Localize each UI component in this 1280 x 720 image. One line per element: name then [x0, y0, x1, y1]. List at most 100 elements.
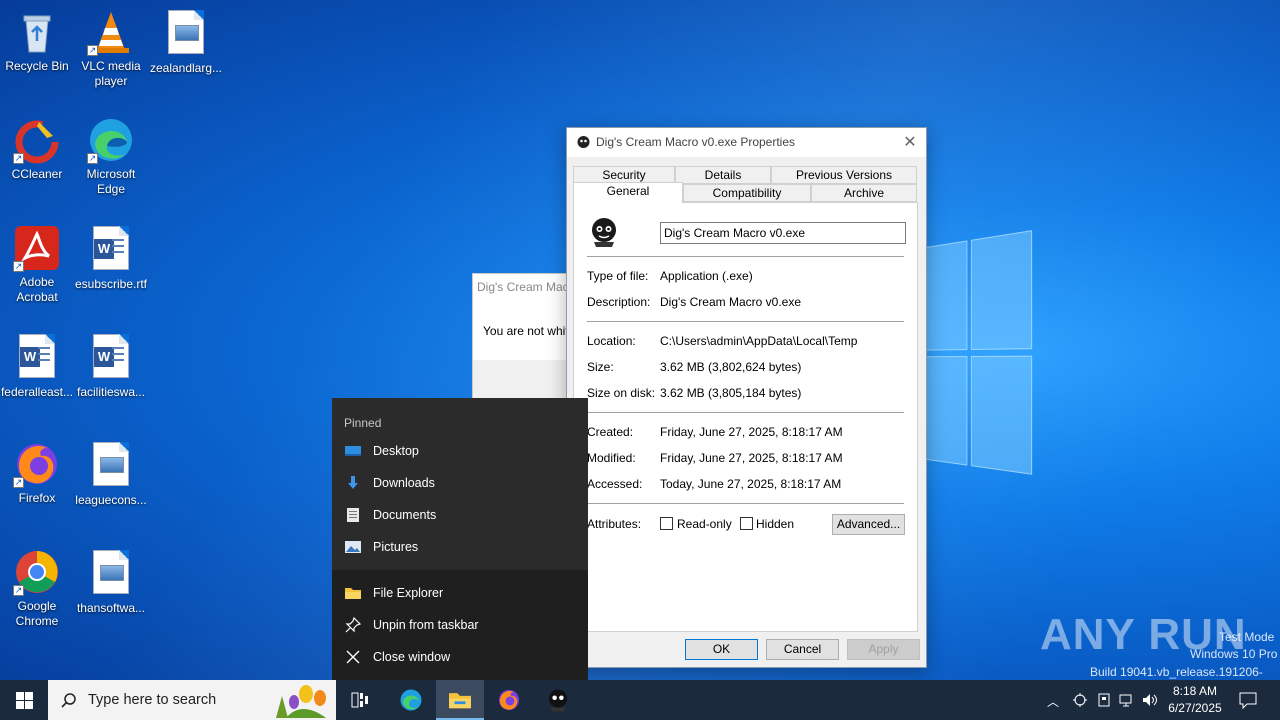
document-icon: [345, 507, 361, 523]
modified-label: Modified:: [587, 451, 636, 465]
file-name-field[interactable]: Dig's Cream Macro v0.exe: [660, 222, 906, 244]
created-value: Friday, June 27, 2025, 8:18:17 AM: [660, 425, 843, 439]
advanced-button[interactable]: Advanced...: [832, 514, 905, 535]
folder-icon: [448, 689, 472, 714]
task-view-icon: [351, 692, 369, 711]
taskbar-firefox[interactable]: [485, 680, 533, 720]
tab-compatibility[interactable]: Compatibility: [683, 184, 811, 202]
separator: [587, 256, 904, 257]
jumplist-item-documents[interactable]: Documents: [332, 499, 588, 531]
edge-icon: ↗: [87, 116, 135, 164]
location-value: C:\Users\admin\AppData\Local\Temp: [660, 334, 858, 348]
network-icon[interactable]: [1119, 692, 1135, 711]
windows-edition-text: Windows 10 Pro: [1190, 647, 1278, 661]
app-icon: [546, 688, 570, 715]
start-button[interactable]: [0, 680, 48, 720]
cancel-button[interactable]: Cancel: [766, 639, 839, 660]
desktop-icon-firefox[interactable]: ↗ Firefox: [0, 440, 74, 506]
network-settings-icon[interactable]: [1072, 692, 1088, 711]
properties-titlebar[interactable]: Dig's Cream Macro v0.exe Properties ✕: [567, 128, 926, 157]
pinned-header: Pinned: [344, 416, 382, 430]
ok-button[interactable]: OK: [685, 639, 758, 660]
type-label: Type of file:: [587, 269, 649, 283]
notifications-icon[interactable]: [1239, 691, 1257, 712]
jumplist-item-file-explorer[interactable]: File Explorer: [332, 577, 588, 609]
edge-icon: [399, 688, 423, 715]
taskbar-jumplist[interactable]: Pinned Desktop Downloads Documents Pictu…: [332, 398, 588, 680]
tab-general[interactable]: General: [573, 182, 683, 203]
taskbar-digs-cream-macro[interactable]: [534, 680, 582, 720]
volume-icon[interactable]: [1142, 692, 1158, 711]
windows-start-icon: [16, 692, 33, 712]
accessed-value: Today, June 27, 2025, 8:18:17 AM: [660, 477, 842, 491]
desktop-icon-vlc[interactable]: ↗ VLC media player: [74, 8, 148, 89]
task-view-button[interactable]: [336, 680, 384, 720]
desktop-icon-federalleast[interactable]: W federalleast...: [0, 332, 74, 400]
taskbar-file-explorer[interactable]: [436, 680, 484, 720]
windows-logo: [916, 230, 1033, 490]
desktop-icon-ccleaner[interactable]: ↗ CCleaner: [0, 116, 74, 182]
desktop-icon-thansoftwa[interactable]: thansoftwa...: [74, 548, 148, 616]
desktop-icon-leaguecons[interactable]: leaguecons...: [74, 440, 148, 508]
close-icon: ✕: [903, 134, 917, 151]
word-doc-icon: W: [13, 334, 61, 382]
firefox-icon: ↗: [13, 440, 61, 488]
show-hidden-icons-chevron[interactable]: ︿: [1047, 693, 1059, 710]
shortcut-arrow-icon: ↗: [13, 153, 24, 164]
description-label: Description:: [587, 295, 651, 309]
test-mode-text: Test Mode: [1219, 630, 1275, 644]
image-file-icon: [87, 550, 135, 598]
close-button[interactable]: ✕: [894, 128, 926, 157]
hidden-checkbox[interactable]: [740, 517, 753, 530]
created-label: Created:: [587, 425, 634, 439]
separator: [587, 503, 904, 504]
recycle-bin-icon: [13, 8, 61, 56]
taskbar-edge[interactable]: [387, 680, 435, 720]
background-dialog-message: You are not whit: [483, 324, 569, 338]
separator: [587, 321, 904, 322]
description-value: Dig's Cream Macro v0.exe: [660, 295, 801, 309]
readonly-checkbox[interactable]: [660, 517, 673, 530]
tab-archive[interactable]: Archive: [811, 184, 917, 202]
desktop-icon-chrome[interactable]: ↗ Google Chrome: [0, 548, 74, 629]
clock-time[interactable]: 8:18 AM: [1165, 684, 1225, 698]
image-file-icon: [87, 442, 135, 490]
desktop-icon-edge[interactable]: ↗ Microsoft Edge: [74, 116, 148, 197]
desktop-icon-esubscribe[interactable]: W esubscribe.rtf: [74, 224, 148, 292]
shortcut-arrow-icon: ↗: [13, 261, 24, 272]
desktop-icon-facilitieswa[interactable]: W facilitieswa...: [74, 332, 148, 400]
clock-date[interactable]: 6/27/2025: [1163, 701, 1227, 715]
readonly-label: Read-only: [677, 517, 732, 531]
general-tab-page: [573, 202, 918, 632]
search-highlight-flowers-icon: [266, 682, 334, 720]
folder-icon: [345, 585, 361, 601]
tab-previous-versions[interactable]: Previous Versions: [771, 166, 917, 184]
size-value: 3.62 MB (3,802,624 bytes): [660, 360, 802, 374]
separator: [587, 412, 904, 413]
shortcut-arrow-icon: ↗: [13, 477, 24, 488]
shortcut-arrow-icon: ↗: [87, 45, 98, 56]
shortcut-arrow-icon: ↗: [87, 153, 98, 164]
jumplist-item-pictures[interactable]: Pictures: [332, 531, 588, 563]
jumplist-item-close-window[interactable]: Close window: [332, 641, 588, 673]
desktop-icon-zealandlarg[interactable]: zealandlarg...: [149, 8, 223, 76]
usb-device-icon[interactable]: [1096, 692, 1112, 711]
taskbar-search-box[interactable]: Type here to search: [48, 680, 336, 720]
app-icon: [576, 135, 591, 150]
search-icon: [61, 692, 77, 711]
desktop-icon-acrobat[interactable]: ↗ Adobe Acrobat: [0, 224, 74, 305]
tab-details[interactable]: Details: [675, 166, 771, 184]
properties-title: Dig's Cream Macro v0.exe Properties: [596, 135, 796, 149]
jumplist-item-desktop[interactable]: Desktop: [332, 435, 588, 467]
search-placeholder: Type here to search: [88, 692, 217, 708]
accessed-label: Accessed:: [587, 477, 643, 491]
apply-button[interactable]: Apply: [847, 639, 920, 660]
jumplist-item-downloads[interactable]: Downloads: [332, 467, 588, 499]
pictures-icon: [345, 539, 361, 555]
desktop-icon-recycle-bin[interactable]: Recycle Bin: [0, 8, 74, 74]
size-on-disk-value: 3.62 MB (3,805,184 bytes): [660, 386, 802, 400]
download-arrow-icon: [345, 475, 361, 491]
jumplist-item-unpin[interactable]: Unpin from taskbar: [332, 609, 588, 641]
modified-value: Friday, June 27, 2025, 8:18:17 AM: [660, 451, 843, 465]
shortcut-arrow-icon: ↗: [13, 585, 24, 596]
